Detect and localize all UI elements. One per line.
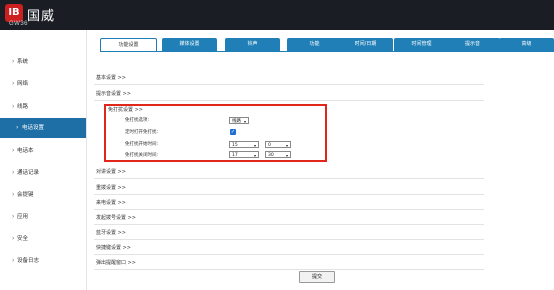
tab-underline bbox=[100, 51, 554, 52]
chevron-down-icon: ▾ bbox=[253, 153, 256, 158]
sidebar-item-keys[interactable]: › 会提键 bbox=[0, 185, 86, 205]
tab-time-date[interactable]: 时间/日期 bbox=[338, 38, 393, 51]
dnd-end-hour-select[interactable]: 17 ▾ bbox=[229, 151, 259, 158]
bullet-icon: › bbox=[12, 213, 15, 220]
chevron-down-icon: ▾ bbox=[285, 143, 288, 148]
section-incoming[interactable]: 来电设置 >> bbox=[94, 198, 484, 210]
section-prompt-tone[interactable]: 提示音设置 >> bbox=[94, 89, 484, 101]
bullet-icon: › bbox=[12, 235, 15, 242]
bullet-icon: › bbox=[12, 147, 15, 154]
bullet-icon: › bbox=[12, 191, 15, 198]
section-redial[interactable]: 重拨设置 >> bbox=[94, 183, 484, 195]
bullet-icon: › bbox=[12, 80, 15, 87]
dnd-option-label: 免打扰选项: bbox=[125, 118, 150, 123]
tab-ringtone[interactable]: 铃声 bbox=[225, 38, 280, 51]
chevron-down-icon: ▾ bbox=[285, 153, 288, 158]
sidebar-item-network[interactable]: › 网络 bbox=[0, 74, 86, 94]
dnd-timed-label: 定时打开免打扰: bbox=[125, 130, 159, 135]
tab-bar: 功能设置 媒体设置 铃声 功能 时间/日期 时间管理 提示音 高级 bbox=[100, 38, 554, 52]
sidebar-item-system[interactable]: › 系统 bbox=[0, 52, 86, 72]
section-hotkey[interactable]: 快捷键设置 >> bbox=[94, 243, 484, 255]
bullet-icon: › bbox=[16, 124, 19, 131]
dnd-start-label: 免打扰开始时间: bbox=[125, 142, 159, 147]
sidebar: › 系统 › 网络 › 线路 › 电话设置 › 电话本 › 通话记录 › 会提键 › 应用 › 安… bbox=[0, 30, 87, 290]
top-header: IB 国威 GW36 bbox=[0, 0, 554, 30]
bullet-icon: › bbox=[12, 257, 15, 264]
dnd-end-minute-select[interactable]: 30 ▾ bbox=[265, 151, 291, 158]
tab-prompt-tone[interactable]: 提示音 bbox=[445, 38, 500, 51]
dnd-option-select[interactable]: 线路 ▾ bbox=[229, 117, 249, 124]
section-bluetooth[interactable]: 蓝牙设置 >> bbox=[94, 228, 484, 240]
sidebar-item-call-log[interactable]: › 通话记录 bbox=[0, 163, 86, 183]
tab-media-settings[interactable]: 媒体设置 bbox=[162, 38, 217, 51]
section-dnd[interactable]: 免打扰设置 >> bbox=[108, 106, 143, 113]
dnd-start-minute-select[interactable]: 0 ▾ bbox=[265, 141, 291, 148]
dnd-end-label: 免打扰关闭时间: bbox=[125, 153, 159, 158]
sidebar-item-line[interactable]: › 线路 bbox=[0, 97, 86, 117]
bullet-icon: › bbox=[12, 103, 15, 110]
submit-button[interactable]: 提交 bbox=[299, 271, 335, 283]
sidebar-item-security[interactable]: › 安全 bbox=[0, 229, 86, 249]
tab-feature-settings[interactable]: 功能设置 bbox=[100, 38, 157, 52]
sidebar-item-apps[interactable]: › 应用 bbox=[0, 207, 86, 227]
section-basic[interactable]: 基本设置 >> bbox=[94, 73, 484, 85]
chevron-down-icon: ▾ bbox=[253, 143, 256, 148]
section-popup[interactable]: 弹出提醒窗口 >> bbox=[94, 258, 484, 270]
sidebar-item-phonebook[interactable]: › 电话本 bbox=[0, 141, 86, 161]
section-intercom[interactable]: 对讲设置 >> bbox=[94, 167, 484, 179]
tab-time-management[interactable]: 时间管理 bbox=[394, 38, 449, 51]
chevron-down-icon: ▾ bbox=[243, 119, 246, 124]
dnd-timed-checkbox[interactable]: ✓ bbox=[230, 129, 236, 135]
brand-logo-icon: IB bbox=[5, 4, 23, 22]
tab-functions[interactable]: 功能 bbox=[287, 38, 342, 51]
section-dial[interactable]: 发起拨号设置 >> bbox=[94, 213, 484, 225]
sidebar-item-device-log[interactable]: › 设备日志 bbox=[0, 251, 86, 271]
sidebar-item-phone-settings[interactable]: › 电话设置 bbox=[0, 118, 86, 138]
device-model: GW36 bbox=[9, 21, 29, 27]
bullet-icon: › bbox=[12, 58, 15, 65]
brand-name: 国威 bbox=[27, 9, 56, 24]
dnd-start-hour-select[interactable]: 15 ▾ bbox=[229, 141, 259, 148]
bullet-icon: › bbox=[12, 169, 15, 176]
tab-advanced[interactable]: 高级 bbox=[499, 38, 554, 51]
